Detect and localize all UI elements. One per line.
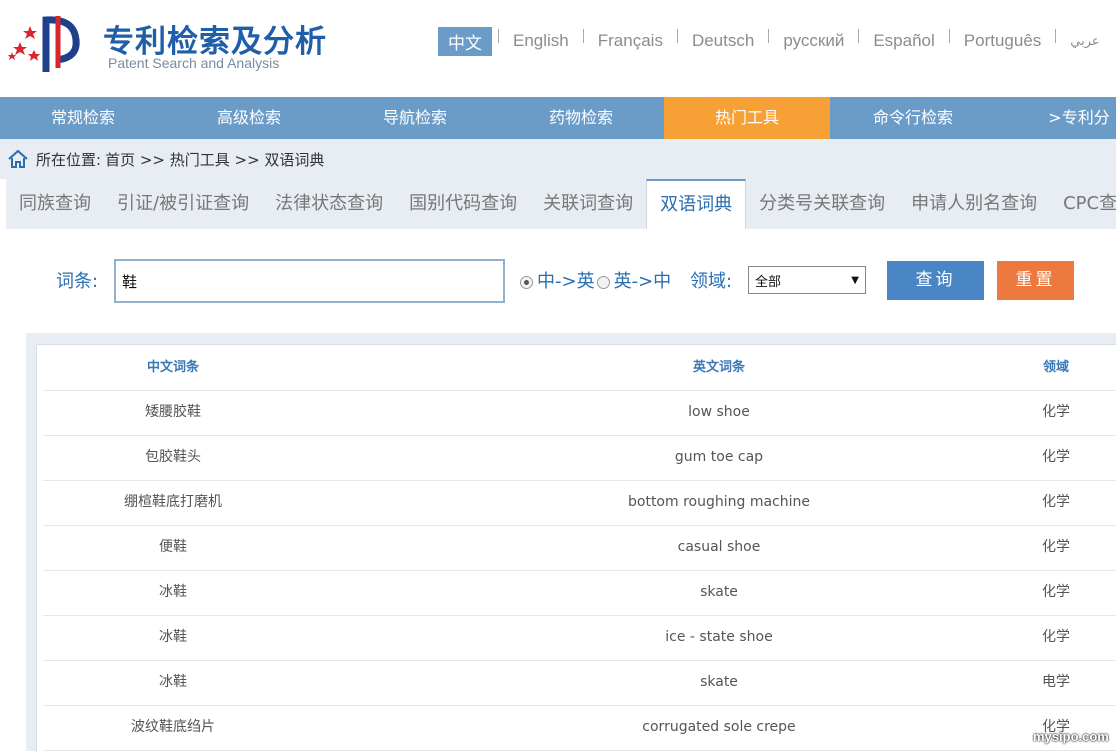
field-cell: 化学 [1042, 539, 1070, 555]
field-cell: 化学 [1042, 494, 1070, 510]
query-button[interactable]: 查询 [887, 261, 984, 300]
english-term-cell: gum toe cap [674, 449, 764, 465]
radio-zh-en-label[interactable]: 中->英 [537, 267, 595, 293]
term-input[interactable]: 鞋 [114, 259, 505, 303]
lang-english[interactable]: English [499, 31, 583, 51]
nav-patent-analysis[interactable]: >专利分 [996, 97, 1116, 139]
chinese-term-cell: 波纹鞋底绉片 [131, 719, 215, 735]
chinese-term-cell: 绷楦鞋底打磨机 [124, 494, 222, 510]
chinese-term-cell: 冰鞋 [159, 584, 187, 600]
field-label: 领域: [690, 271, 733, 292]
nav-general-search[interactable]: 常规检索 [0, 97, 166, 139]
radio-en-zh[interactable] [596, 275, 610, 289]
language-switcher: 中文 English Français Deutsch русский Espa… [438, 26, 1114, 56]
english-term-cell: ice - state shoe [665, 629, 773, 645]
results-table: 中文词条 英文词条 领域 矮腰胶鞋 low shoe 化学 包胶鞋头 gum t… [36, 344, 1116, 752]
tab-country-code-query[interactable]: 国别代码查询 [396, 179, 530, 229]
patent-logo-icon [8, 16, 80, 72]
lang-spanish[interactable]: Español [859, 31, 948, 51]
field-cell: 化学 [1042, 629, 1070, 645]
header-field: 领域 [1042, 360, 1069, 375]
radio-en-zh-label[interactable]: 英->中 [614, 267, 672, 293]
field-cell: 化学 [1042, 449, 1070, 465]
main-nav: 常规检索 高级检索 导航检索 药物检索 热门工具 命令行检索 >专利分 [0, 97, 1116, 139]
nav-popular-tools[interactable]: 热门工具 [664, 97, 830, 139]
term-label: 词条: [56, 271, 99, 292]
field-cell: 化学 [1042, 404, 1070, 420]
lang-german[interactable]: Deutsch [678, 31, 768, 51]
english-term-cell: casual shoe [677, 539, 761, 555]
breadcrumb-label: 所在位置: [36, 150, 102, 169]
table-row: 冰鞋 skate 电学 [43, 660, 1116, 706]
header-chinese-term: 中文词条 [146, 360, 199, 375]
table-row: 冰鞋 skate 化学 [43, 570, 1116, 616]
tab-cpc-query[interactable]: CPC查 [1050, 179, 1116, 229]
site-header: 专利检索及分析 Patent Search and Analysis 中文 En… [0, 0, 1116, 97]
lang-french[interactable]: Français [584, 31, 677, 51]
english-term-cell: skate [700, 584, 738, 600]
breadcrumb: 所在位置: 首页 >> 热门工具 >> 双语词典 [0, 139, 1116, 179]
tab-bilingual-dictionary[interactable]: 双语词典 [646, 179, 747, 229]
table-row: 冰鞋 ice - state shoe 化学 [43, 615, 1116, 661]
field-cell: 电学 [1042, 674, 1070, 690]
table-row: 包胶鞋头 gum toe cap 化学 [43, 435, 1116, 481]
reset-button[interactable]: 重置 [997, 261, 1074, 300]
chevron-down-icon: ▼ [851, 274, 859, 286]
table-header-row: 中文词条 英文词条 领域 [43, 345, 1116, 391]
direction-radio-group: 中->英 英->中 [520, 267, 671, 293]
english-term-cell: bottom roughing machine [628, 494, 810, 510]
tab-legal-status-query[interactable]: 法律状态查询 [262, 179, 396, 229]
chinese-term-cell: 矮腰胶鞋 [145, 404, 201, 420]
tab-citation-query[interactable]: 引证/被引证查询 [104, 179, 262, 229]
tab-classification-query[interactable]: 分类号关联查询 [746, 179, 898, 229]
tab-applicant-alias-query[interactable]: 申请人别名查询 [898, 179, 1050, 229]
lang-russian[interactable]: русский [769, 31, 858, 51]
english-term-cell: skate [700, 674, 738, 690]
nav-command-line-search[interactable]: 命令行检索 [830, 97, 996, 139]
table-row: 便鞋 casual shoe 化学 [43, 525, 1116, 571]
chinese-term-cell: 包胶鞋头 [145, 449, 201, 465]
chinese-term-cell: 冰鞋 [159, 629, 187, 645]
nav-advanced-search[interactable]: 高级检索 [166, 97, 332, 139]
lang-arabic[interactable]: عربي [1056, 33, 1113, 49]
field-cell: 化学 [1042, 584, 1070, 600]
nav-drug-search[interactable]: 药物检索 [498, 97, 664, 139]
home-icon[interactable] [7, 149, 29, 169]
table-row: 波纹鞋底绉片 corrugated sole crepe 化学 [43, 705, 1116, 751]
tool-tabs: 同族查询 引证/被引证查询 法律状态查询 国别代码查询 关联词查询 双语词典 分… [6, 179, 1116, 229]
table-row: 绷楦鞋底打磨机 bottom roughing machine 化学 [43, 480, 1116, 526]
breadcrumb-path[interactable]: 首页 >> 热门工具 >> 双语词典 [105, 149, 324, 170]
tab-related-words-query[interactable]: 关联词查询 [530, 179, 646, 229]
chinese-term-cell: 便鞋 [159, 539, 187, 555]
site-subtitle: Patent Search and Analysis [108, 55, 280, 71]
radio-zh-en[interactable] [520, 275, 533, 289]
table-row: 矮腰胶鞋 low shoe 化学 [43, 390, 1116, 436]
chinese-term-cell: 冰鞋 [159, 674, 187, 690]
field-select-value: 全部 [755, 274, 782, 290]
watermark: mysipo.com [1033, 729, 1109, 744]
tab-family-query[interactable]: 同族查询 [6, 179, 104, 229]
nav-navigation-search[interactable]: 导航检索 [332, 97, 498, 139]
header-english-term: 英文词条 [692, 360, 745, 375]
lang-portuguese[interactable]: Português [950, 31, 1056, 51]
lang-chinese[interactable]: 中文 [438, 26, 492, 56]
field-select[interactable]: 全部 ▼ [748, 266, 866, 294]
english-term-cell: corrugated sole crepe [642, 719, 796, 735]
english-term-cell: low shoe [688, 404, 750, 420]
